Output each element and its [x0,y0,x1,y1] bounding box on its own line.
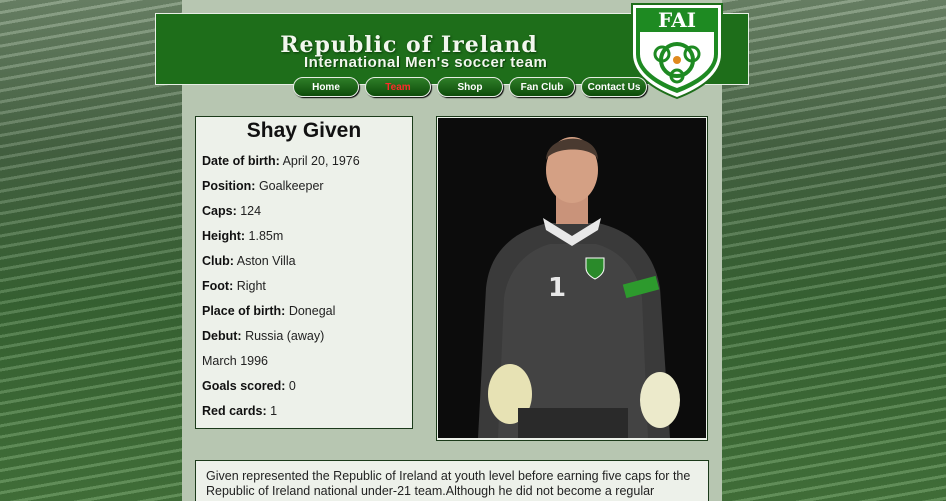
stat-debut: Debut: Russia (away) [202,329,324,343]
stat-value: Russia (away) [245,329,325,343]
stat-value: Donegal [288,304,336,318]
player-photo: 1 [438,118,706,438]
stat-foot: Foot: Right [202,279,266,293]
nav-shop[interactable]: Shop [437,77,503,97]
player-name: Shay Given [246,119,362,142]
stat-value: 0 [288,379,296,393]
stat-label: Date of birth: [202,154,280,168]
stat-label: Club: [202,254,234,268]
stat-club: Club: Aston Villa [202,254,296,268]
nav-team[interactable]: Team [365,77,431,97]
stat-place-of-birth: Place of birth: Donegal [202,304,335,318]
stat-label: Height: [202,229,246,243]
player-photo-frame: 1 [436,116,708,441]
player-bio: Given represented the Republic of Irelan… [195,460,709,501]
stat-label: Debut: [202,329,242,343]
stat-height: Height: 1.85m [202,229,283,243]
main-nav: Home Team Shop Fan Club Contact Us [293,77,647,97]
stat-caps: Caps: 124 [202,204,261,218]
stat-label: Red cards: [202,404,267,418]
svg-text:1: 1 [548,273,566,303]
nav-fan-club[interactable]: Fan Club [509,77,575,97]
stat-value: April 20, 1976 [282,154,360,168]
stat-label: Caps: [202,204,237,218]
logo-text: FAI [658,8,696,32]
player-stats-panel: Shay Given Date of birth: April 20, 1976… [195,116,413,429]
stat-label: Goals scored: [202,379,286,393]
stat-value: March 1996 [202,354,269,368]
stat-value: 124 [240,204,262,218]
stat-label: Foot: [202,279,234,293]
stat-label: Place of birth: [202,304,286,318]
stat-position: Position: Goalkeeper [202,179,324,193]
site-subtitle: International Men's soccer team [304,54,548,71]
stat-value: 1.85m [248,229,284,243]
stat-label: Position: [202,179,256,193]
stat-value: Goalkeeper [258,179,324,193]
stadium-background-right [722,0,946,501]
stat-value: Right [236,279,266,293]
nav-contact-us[interactable]: Contact Us [581,77,647,97]
stat-value: 1 [270,404,278,418]
stat-value: Aston Villa [236,254,296,268]
stat-red-cards: Red cards: 1 [202,404,277,418]
stat-date-of-birth: Date of birth: April 20, 1976 [202,154,360,168]
stat-goals-scored: Goals scored: 0 [202,379,296,393]
stat-debut-date: March 1996 [202,354,268,368]
nav-home[interactable]: Home [293,77,359,97]
